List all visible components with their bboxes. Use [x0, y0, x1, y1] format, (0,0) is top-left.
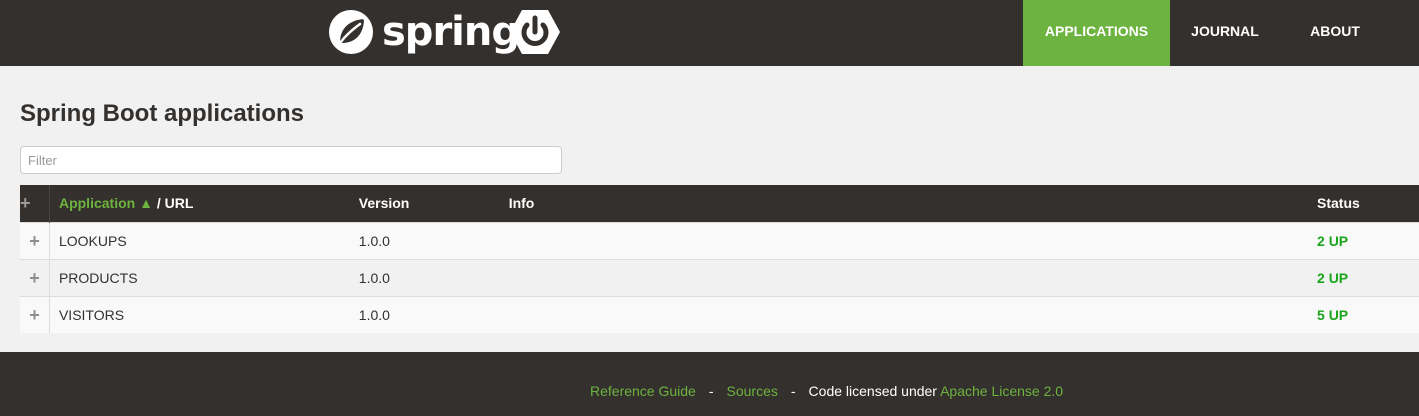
expand-all-plus-icon[interactable]: +: [20, 193, 31, 213]
expand-plus-icon[interactable]: +: [29, 305, 40, 325]
application-version: 1.0.0: [358, 269, 390, 286]
applications-table: + Application ▲ / URL Version Info Statu…: [20, 185, 1419, 333]
reference-guide-link[interactable]: Reference Guide: [590, 383, 696, 399]
application-info: [509, 259, 1317, 296]
expand-cell: +: [20, 259, 50, 296]
info-column-header: Info: [508, 195, 535, 212]
sort-by-application[interactable]: Application ▲: [59, 195, 153, 211]
expand-all-cell: +: [20, 185, 50, 222]
status-badge: 2 UP: [1317, 232, 1349, 249]
table-row[interactable]: + LOOKUPS 1.0.0 2 UP: [20, 222, 1419, 259]
top-navbar: spring APPLICATIONS JOURNAL ABOUT: [0, 0, 1419, 66]
license-text: Code licensed under: [808, 383, 937, 399]
sources-link[interactable]: Sources: [727, 383, 778, 399]
filter-input[interactable]: [20, 146, 562, 174]
nav-applications[interactable]: APPLICATIONS: [1023, 0, 1170, 66]
expand-plus-icon[interactable]: +: [29, 231, 40, 251]
status-column-header: Status: [1317, 195, 1360, 212]
expand-cell: +: [20, 296, 50, 333]
status-badge: 2 UP: [1317, 269, 1349, 286]
nav-journal[interactable]: JOURNAL: [1170, 0, 1280, 66]
application-version: 1.0.0: [358, 232, 390, 249]
application-name: LOOKUPS: [58, 232, 127, 249]
spring-leaf-icon: [329, 10, 373, 54]
application-name: VISITORS: [58, 306, 125, 323]
footer-separator: -: [708, 383, 714, 399]
application-column-header: Application ▲ / URL: [49, 185, 358, 222]
url-column-label: / URL: [152, 195, 194, 212]
main-nav: APPLICATIONS JOURNAL ABOUT: [1023, 0, 1419, 66]
apache-license-link[interactable]: Apache License 2.0: [940, 383, 1063, 399]
expand-plus-icon[interactable]: +: [29, 268, 40, 288]
brand-text: spring: [382, 9, 520, 55]
spring-logo[interactable]: spring: [328, 9, 520, 55]
table-row[interactable]: + PRODUCTS 1.0.0 2 UP: [20, 259, 1419, 296]
spring-boot-power-icon: [510, 10, 560, 54]
table-header-row: + Application ▲ / URL Version Info Statu…: [20, 185, 1419, 222]
page-title: Spring Boot applications: [20, 100, 305, 127]
expand-cell: +: [20, 222, 50, 259]
version-column-header: Version: [358, 195, 410, 212]
page-footer: Reference Guide - Sources - Code licensed un…: [0, 352, 1419, 416]
footer-links: Reference Guide - Sources - Code licensed un…: [590, 383, 1063, 399]
table-row[interactable]: + VISITORS 1.0.0 5 UP: [20, 296, 1419, 333]
footer-separator: -: [790, 383, 796, 399]
application-info: [509, 296, 1317, 333]
application-info: [509, 222, 1317, 259]
status-badge: 5 UP: [1317, 306, 1349, 323]
application-name: PRODUCTS: [58, 269, 138, 286]
nav-about[interactable]: ABOUT: [1280, 0, 1419, 66]
application-version: 1.0.0: [358, 306, 390, 323]
